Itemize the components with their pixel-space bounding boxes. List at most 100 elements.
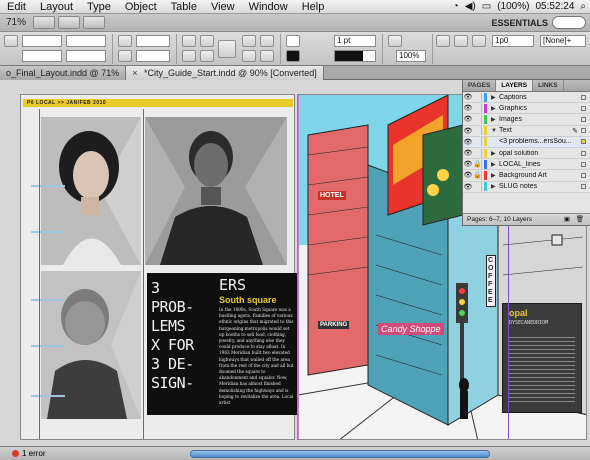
tab-city-guide[interactable]: × *City_Guide_Start.indd @ 90% [Converte… — [126, 66, 324, 80]
expand-triangle-icon[interactable]: ▶ — [491, 172, 499, 179]
opal-info-card[interactable]: opal DYSECANEDRIOM — [502, 303, 582, 413]
menu-table[interactable]: Table — [164, 0, 204, 14]
layer-row[interactable]: 👁 ▶ Images — [463, 114, 590, 126]
object-style-select[interactable]: [None]+ — [540, 35, 586, 47]
menu-object[interactable]: Object — [118, 0, 164, 14]
visibility-eye-icon[interactable]: 👁 — [463, 160, 473, 168]
expand-triangle-icon[interactable]: ▶ — [491, 161, 499, 168]
scale-y-icon[interactable] — [118, 50, 132, 62]
lock-icon[interactable]: 🔒 — [473, 170, 482, 180]
expand-triangle-icon[interactable]: ▶ — [491, 183, 499, 190]
scale-x-field[interactable] — [136, 35, 170, 47]
visibility-eye-icon[interactable]: 👁 — [463, 171, 473, 179]
scale-y-field[interactable] — [136, 50, 170, 62]
scale-x-icon[interactable] — [118, 35, 132, 47]
preflight-status[interactable]: 1 error — [12, 449, 46, 458]
photo-man-jacket[interactable] — [145, 117, 287, 265]
opacity-field[interactable]: 100% — [396, 50, 426, 62]
layer-row[interactable]: 👁 🔒 ▶ LOCAL_lines — [463, 159, 590, 171]
tab-pages[interactable]: PAGES — [463, 80, 497, 91]
layer-row[interactable]: 👁 ▼ Text ✎ — [463, 126, 590, 137]
fit-content-icon[interactable] — [436, 35, 450, 47]
arrange-documents-button[interactable] — [83, 16, 106, 29]
layer-row[interactable]: 👁 ▶ SLUG notes — [463, 182, 590, 193]
visibility-eye-icon[interactable]: 👁 — [463, 183, 473, 191]
expand-triangle-icon[interactable]: ▶ — [491, 94, 499, 101]
menu-help[interactable]: Help — [295, 0, 332, 14]
stroke-weight-field[interactable]: 1 pt — [334, 35, 376, 47]
new-layer-icon[interactable]: ▣ — [564, 214, 570, 226]
select-previous-icon[interactable] — [260, 35, 274, 47]
volume-icon[interactable]: ◀) — [465, 1, 476, 12]
layer-target-square[interactable] — [581, 184, 586, 190]
lock-toggle[interactable] — [473, 182, 482, 192]
workspace-switcher[interactable]: ESSENTIALS — [487, 18, 552, 28]
screen-mode-button[interactable] — [58, 16, 81, 29]
lock-toggle[interactable] — [473, 137, 482, 147]
layer-row[interactable]: 👁 <3 problems...ersSou... — [463, 136, 590, 148]
expand-triangle-icon[interactable]: ▶ — [491, 105, 499, 112]
spotlight-search-icon[interactable]: ⌕ — [580, 1, 586, 12]
fit-frame-icon[interactable] — [454, 35, 468, 47]
layer-target-square[interactable] — [581, 172, 586, 178]
tab-final-layout[interactable]: o_Final_Layout.indd @ 71% — [0, 66, 127, 80]
left-page[interactable]: P6 LOCAL >> JAN/FEB 2010 3 PROB- LEMS X … — [20, 94, 297, 440]
lock-toggle[interactable] — [473, 126, 482, 136]
stroke-type-select[interactable] — [334, 50, 376, 62]
collapse-triangle-icon[interactable]: ▼ — [491, 128, 499, 134]
layer-target-square[interactable] — [581, 161, 586, 167]
layer-target-square[interactable] — [581, 105, 586, 111]
lock-icon[interactable]: 🔒 — [473, 159, 482, 169]
visibility-eye-icon[interactable]: 👁 — [463, 104, 473, 112]
layer-target-square[interactable] — [581, 94, 586, 100]
visibility-eye-icon[interactable]: 👁 — [463, 127, 473, 135]
lock-toggle[interactable] — [473, 92, 482, 102]
menu-edit[interactable]: Edit — [0, 0, 33, 14]
layer-target-square[interactable] — [581, 139, 586, 145]
close-tab-icon[interactable]: × — [132, 68, 137, 78]
clock[interactable]: 05:52:24 — [535, 1, 574, 12]
menu-type[interactable]: Type — [80, 0, 118, 14]
tab-layers[interactable]: LAYERS — [496, 80, 534, 91]
menu-layout[interactable]: Layout — [33, 0, 80, 14]
stroke-swatch-icon[interactable] — [286, 50, 300, 62]
center-content-icon[interactable] — [472, 35, 486, 47]
x-position-field[interactable] — [22, 35, 62, 47]
zoom-level[interactable]: 71% — [2, 17, 30, 28]
layer-row[interactable]: 👁 🔒 ▶ Background Art — [463, 170, 590, 182]
reference-point-icon[interactable] — [4, 35, 18, 47]
visibility-eye-icon[interactable]: 👁 — [463, 93, 473, 101]
paragraph-icon[interactable] — [218, 40, 236, 58]
select-content-icon[interactable] — [242, 50, 256, 62]
trash-icon[interactable]: 🗑 — [576, 214, 584, 226]
height-field[interactable] — [66, 50, 106, 62]
offset-field[interactable]: 1p0 — [492, 35, 534, 47]
photo-woman[interactable] — [41, 117, 141, 265]
menu-window[interactable]: Window — [242, 0, 295, 14]
lock-toggle[interactable] — [473, 103, 482, 113]
fill-swatch-icon[interactable] — [286, 35, 300, 47]
horizontal-scrollbar[interactable] — [190, 450, 490, 458]
menu-view[interactable]: View — [204, 0, 242, 14]
battery-icon[interactable]: ▭ — [482, 1, 491, 12]
wifi-icon[interactable]: ◔ — [453, 1, 459, 12]
layer-row[interactable]: 👁 ▶ Captions — [463, 92, 590, 104]
lock-toggle[interactable] — [473, 148, 482, 158]
y-position-field[interactable] — [22, 50, 62, 62]
layer-target-square[interactable] — [581, 116, 586, 122]
headline-text-frame[interactable]: 3 PROB- LEMS X FOR 3 DE- SIGN- ERS South… — [147, 273, 297, 415]
search-input[interactable] — [552, 16, 586, 29]
text-wrap-icon[interactable] — [388, 35, 402, 47]
width-field[interactable] — [66, 35, 106, 47]
layer-row[interactable]: 👁 ▶ Graphics — [463, 103, 590, 115]
flip-vertical-icon[interactable] — [200, 50, 214, 62]
layer-row[interactable]: 👁 ▶ opal solution — [463, 148, 590, 160]
layer-target-square[interactable] — [581, 128, 586, 134]
select-container-icon[interactable] — [242, 35, 256, 47]
view-options-button[interactable] — [33, 16, 56, 29]
flip-horizontal-icon[interactable] — [200, 35, 214, 47]
tab-links[interactable]: LINKS — [533, 80, 564, 91]
layer-target-square[interactable] — [581, 150, 586, 156]
expand-triangle-icon[interactable]: ▶ — [491, 150, 499, 157]
rotate-icon[interactable] — [182, 35, 196, 47]
